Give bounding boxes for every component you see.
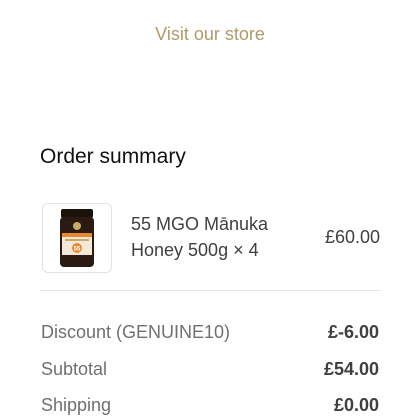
order-summary-title: Order summary	[40, 145, 186, 168]
shipping-label: Shipping	[41, 395, 112, 415]
subtotal-label: Subtotal	[41, 359, 108, 379]
honey-jar-icon: 55	[43, 204, 111, 272]
visit-store-link[interactable]: Visit our store	[0, 24, 420, 45]
item-name: 55 MGO Mānuka Honey 500g × 4	[131, 214, 269, 260]
checkout-page: Visit our store Order summary 55 55 MGO …	[0, 0, 420, 420]
shipping-value: £0.00	[333, 395, 379, 415]
subtotal-value: £54.00	[323, 359, 379, 379]
discount-row: Discount (GENUINE10) £-6.00	[40, 322, 380, 348]
divider	[40, 290, 380, 291]
product-thumbnail: 55	[42, 203, 112, 273]
subtotal-row: Subtotal £54.00	[40, 359, 380, 385]
item-price: £60.00	[324, 227, 380, 247]
line-item: 55 55 MGO Mānuka Honey 500g × 4 £60.00	[42, 203, 380, 273]
jar-label-number: 55	[74, 247, 81, 253]
shipping-row: Shipping £0.00	[40, 395, 380, 420]
discount-value: £-6.00	[327, 322, 379, 342]
discount-label: Discount (GENUINE10)	[41, 322, 231, 342]
